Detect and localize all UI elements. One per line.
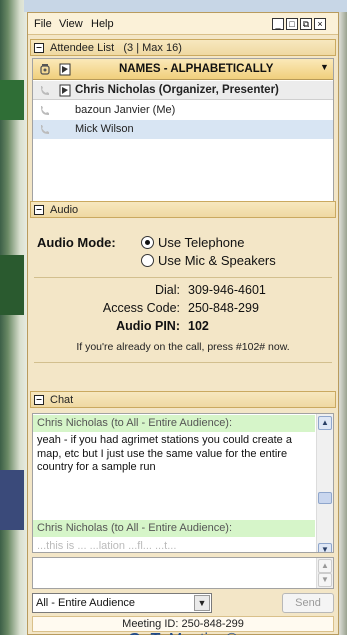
attendee-name: Chris Nicholas (Organizer, Presenter) <box>75 84 279 96</box>
recipient-dropdown[interactable]: All - Entire Audience ▼ <box>32 593 212 613</box>
chevron-down-icon[interactable]: ▼ <box>320 62 329 72</box>
menu-help[interactable]: Help <box>91 18 114 30</box>
minimize-button[interactable]: _ <box>272 18 284 30</box>
audio-pin-value: 102 <box>188 319 209 333</box>
chat-input[interactable]: ▲ ▼ <box>32 557 334 589</box>
chat-log-scrollbar[interactable]: ▲ ▼ <box>316 414 333 552</box>
attendee-row[interactable]: bazoun Janvier (Me) <box>33 101 333 120</box>
menu-file[interactable]: File <box>34 18 52 30</box>
attendee-row[interactable]: Mick Wilson <box>33 120 333 139</box>
attendee-list-title: Attendee List (3 | Max 16) <box>50 42 182 54</box>
audio-instruction: If you're already on the call, press #10… <box>76 341 290 353</box>
attendee-list-label: Attendee List <box>50 42 115 54</box>
chat-input-scrollbar[interactable]: ▲ ▼ <box>316 558 333 588</box>
background-window-strip <box>24 0 347 12</box>
chat-header[interactable]: – Chat <box>30 391 336 408</box>
attendee-name: bazoun Janvier (Me) <box>75 104 176 116</box>
collapse-icon[interactable]: – <box>34 395 44 405</box>
scroll-down-icon[interactable]: ▼ <box>318 573 332 587</box>
chevron-down-icon[interactable]: ▼ <box>194 595 210 611</box>
restore-button[interactable]: □ <box>286 18 298 30</box>
audio-title: Audio <box>50 204 79 216</box>
background-decoration <box>0 255 24 315</box>
access-code-value: 250-848-299 <box>188 301 259 315</box>
scroll-up-icon[interactable]: ▲ <box>318 559 332 573</box>
audio-panel: Audio Mode: Use Telephone Use Mic & Spea… <box>30 219 336 385</box>
send-button[interactable]: Send <box>282 593 334 613</box>
phone-column-icon <box>40 64 50 75</box>
background-decoration <box>0 80 24 120</box>
menu-view[interactable]: View <box>59 18 83 30</box>
attendee-count: (3 | Max 16) <box>123 42 182 54</box>
menu-bar: File View Help _ □ ⧉ × <box>28 13 338 35</box>
close-icon: × <box>317 19 323 29</box>
gotomeeting-control-panel: File View Help _ □ ⧉ × – Attendee List (… <box>27 12 339 635</box>
chat-message-sender: Chris Nicholas (to All - Entire Audience… <box>33 520 315 537</box>
phone-icon <box>41 125 49 134</box>
presenter-icon <box>59 84 71 97</box>
phone-icon <box>41 106 49 115</box>
popout-icon: ⧉ <box>302 19 310 29</box>
background-decoration <box>0 470 24 530</box>
sort-column-title[interactable]: NAMES - ALPHABETICALLY <box>119 63 273 75</box>
restore-icon: □ <box>289 19 295 29</box>
attendee-column-header[interactable]: NAMES - ALPHABETICALLY ▼ <box>33 59 333 80</box>
recipient-value: All - Entire Audience <box>36 597 136 609</box>
scroll-up-icon[interactable]: ▲ <box>318 416 332 430</box>
minimize-icon: _ <box>275 19 281 29</box>
chat-message-text: yeah - if you had agrimet stations you c… <box>37 434 292 473</box>
chat-message-text: ...this is ... ...lation ...fl... ...t..… <box>37 540 177 552</box>
phone-icon <box>41 86 49 95</box>
presenter-column-icon <box>59 63 71 76</box>
attendee-list-header[interactable]: – Attendee List (3 | Max 16) <box>30 39 336 56</box>
chat-log: Chris Nicholas (to All - Entire Audience… <box>32 413 334 553</box>
access-code-label: Access Code: <box>102 301 180 315</box>
meeting-id: Meeting ID: 250-848-299 <box>32 616 334 632</box>
divider <box>34 362 332 363</box>
telephone-radio[interactable] <box>141 236 154 249</box>
attendee-name: Mick Wilson <box>75 123 134 135</box>
scroll-down-icon[interactable]: ▼ <box>318 543 332 552</box>
popout-button[interactable]: ⧉ <box>300 18 312 30</box>
audio-header[interactable]: – Audio <box>30 201 336 218</box>
dial-number: 309-946-4601 <box>188 283 266 297</box>
chat-message-sender: Chris Nicholas (to All - Entire Audience… <box>33 415 315 432</box>
close-button[interactable]: × <box>314 18 326 30</box>
telephone-option-label[interactable]: Use Telephone <box>158 235 245 250</box>
mic-speakers-option-label[interactable]: Use Mic & Speakers <box>158 253 276 268</box>
divider <box>34 277 332 278</box>
scroll-thumb[interactable] <box>318 492 332 504</box>
audio-mode-label: Audio Mode: <box>37 235 116 250</box>
audio-pin-label: Audio PIN: <box>116 319 180 333</box>
chat-title: Chat <box>50 394 74 406</box>
attendee-list: NAMES - ALPHABETICALLY ▼ Chris Nicholas … <box>32 58 334 206</box>
dial-label: Dial: <box>154 283 180 297</box>
mic-speakers-radio[interactable] <box>141 254 154 267</box>
collapse-icon[interactable]: – <box>34 43 44 53</box>
attendee-row[interactable]: Chris Nicholas (Organizer, Presenter) <box>33 81 333 100</box>
collapse-icon[interactable]: – <box>34 205 44 215</box>
